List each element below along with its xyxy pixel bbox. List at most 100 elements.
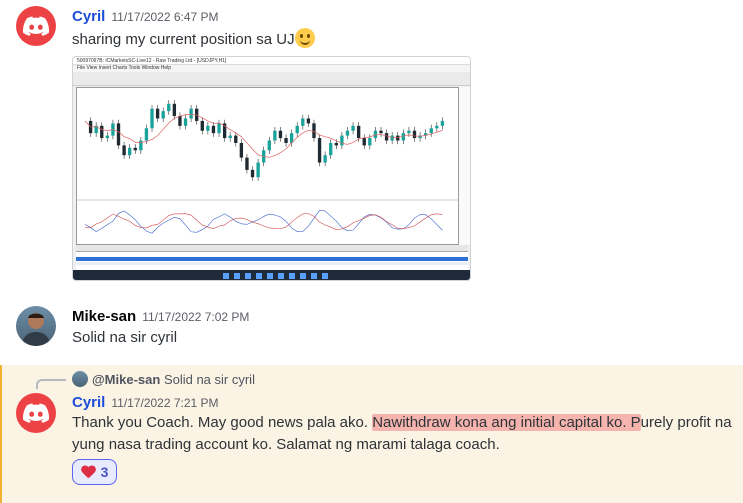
reaction-count: 3	[100, 464, 109, 480]
candle-body	[356, 125, 361, 139]
orders-panel	[76, 251, 468, 271]
candle-body	[329, 142, 333, 156]
candle-body	[407, 130, 411, 134]
candle-body	[250, 169, 255, 178]
message-author[interactable]: Cyril 11/17/2022 6:47 PM	[72, 8, 219, 25]
candle-body	[429, 128, 433, 134]
candle-body	[206, 125, 210, 131]
candle-body	[178, 116, 182, 126]
candle-body	[390, 135, 394, 141]
smile-emoji-icon	[294, 28, 315, 48]
price-chart	[76, 87, 460, 245]
candle-body	[172, 103, 177, 117]
candle-body	[306, 118, 311, 124]
candle-body	[211, 125, 216, 134]
oscillator-line-a	[84, 210, 443, 234]
reply-text[interactable]: Solid na sir cyril	[164, 372, 255, 387]
candle-body	[351, 125, 355, 131]
candle-body	[256, 162, 260, 178]
candle-body	[167, 103, 171, 112]
candle-body	[301, 118, 305, 126]
candle-body	[317, 138, 322, 163]
message-text-part: urely profit na	[640, 414, 732, 431]
author-name[interactable]: Cyril	[72, 394, 105, 411]
mention-highlight-bar	[0, 365, 2, 503]
message-timestamp: 11/17/2022 6:47 PM	[111, 10, 219, 24]
candle-body	[217, 123, 221, 134]
author-name[interactable]: Mike-san	[72, 308, 136, 325]
candle-body	[323, 155, 327, 163]
candlestick-chart	[77, 100, 460, 234]
author-name[interactable]: Cyril	[72, 8, 105, 25]
candle-body	[133, 147, 137, 151]
candle-body	[273, 130, 277, 141]
open-position-row	[76, 257, 468, 261]
candle-body	[189, 108, 193, 119]
message-timestamp: 11/17/2022 7:02 PM	[142, 310, 250, 324]
candle-body	[234, 135, 238, 143]
candle-body	[122, 145, 126, 156]
candle-body	[345, 130, 350, 136]
candle-body	[200, 120, 204, 131]
message-author[interactable]: Cyril 11/17/2022 7:21 PM	[72, 394, 219, 411]
candle-body	[362, 138, 366, 146]
mini-avatar	[72, 371, 88, 387]
candle-body	[384, 133, 389, 141]
candle-body	[401, 133, 405, 141]
avatar[interactable]	[16, 393, 56, 433]
candle-body	[334, 142, 338, 146]
candle-body	[139, 140, 143, 151]
message-text: sharing my current position sa UJ	[72, 31, 295, 48]
candle-body	[340, 135, 344, 146]
candle-body	[312, 123, 316, 139]
candle-body	[435, 125, 439, 129]
price-scale	[459, 87, 470, 245]
toolbar	[73, 72, 470, 86]
candle-body	[228, 135, 232, 139]
candle-body	[161, 111, 165, 119]
message-content: Thank you Coach. May good news pala ako.…	[72, 412, 737, 456]
candle-body	[183, 118, 188, 126]
candle-body	[412, 130, 417, 139]
candle-body	[373, 130, 378, 139]
candle-body	[144, 128, 149, 141]
message-content: sharing my current position sa UJ	[72, 28, 315, 51]
candle-body	[100, 125, 104, 139]
reply-message: @Mike-san Solid na sir cyril Cyril 11/17/…	[0, 365, 743, 503]
candle-body	[116, 123, 121, 146]
reply-reference[interactable]: @Mike-san Solid na sir cyril	[72, 371, 255, 387]
candle-body	[155, 108, 160, 119]
avatar[interactable]	[16, 6, 56, 46]
candle-body	[245, 157, 249, 170]
candle-body	[150, 108, 154, 129]
heart-icon	[81, 466, 95, 479]
reaction-button[interactable]: 3	[72, 459, 117, 485]
message-text-part: Thank you Coach. May good news pala ako.	[72, 414, 373, 431]
message-author[interactable]: Mike-san 11/17/2022 7:02 PM	[72, 308, 249, 325]
candle-body	[295, 125, 299, 134]
candle-body	[368, 138, 372, 146]
reply-spine	[36, 379, 66, 389]
candle-body	[284, 138, 288, 143]
message-timestamp: 11/17/2022 7:21 PM	[111, 396, 219, 410]
candle-body	[128, 147, 132, 156]
discord-logo-icon	[23, 403, 49, 423]
message-content: Solid na sir cyril	[72, 329, 178, 346]
candle-body	[379, 130, 383, 134]
reply-user[interactable]: @Mike-san	[92, 372, 160, 387]
candle-body	[105, 135, 110, 139]
message-text-line2: yung nasa trading account ko. Salamat ng…	[72, 436, 500, 453]
window-title: 50097097B: ICMarketsSC-Live12 - Raw Trad…	[73, 57, 470, 65]
image-attachment[interactable]: 50097097B: ICMarketsSC-Live12 - Raw Trad…	[72, 56, 471, 281]
candle-body	[239, 142, 244, 158]
oscillator-line-b	[84, 213, 443, 231]
discord-logo-icon	[23, 16, 49, 36]
user-photo-icon	[22, 313, 50, 346]
avatar[interactable]	[16, 306, 56, 346]
candle-body	[440, 120, 445, 126]
taskbar-icons	[223, 273, 333, 279]
balance-row	[76, 262, 468, 265]
highlighted-text: Nawithdraw kona ang initial capital ko. …	[372, 414, 641, 431]
taskbar	[73, 270, 470, 280]
candle-body	[267, 140, 271, 151]
